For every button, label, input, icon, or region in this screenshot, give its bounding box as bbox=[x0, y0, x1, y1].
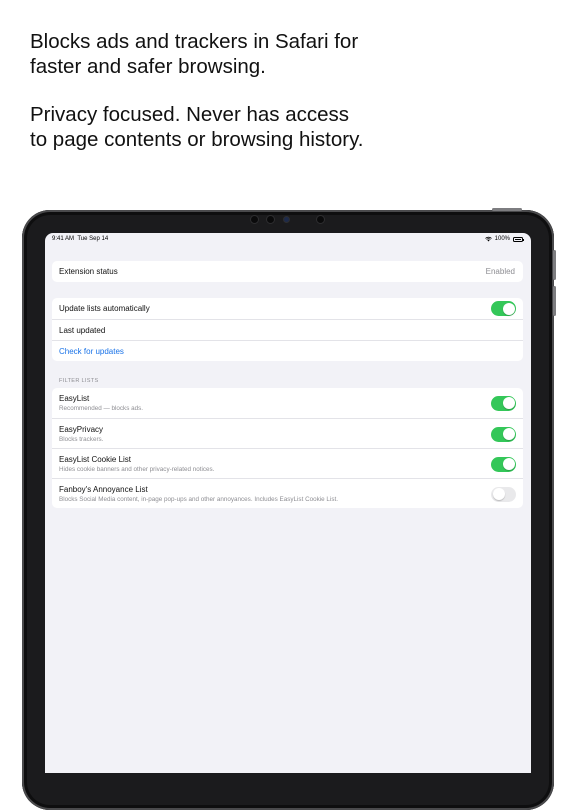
status-date: Tue Sep 14 bbox=[77, 236, 109, 242]
headline-line-1: Blocks ads and trackers in Safari for fa… bbox=[30, 30, 359, 78]
extension-status-card: Extension status Enabled bbox=[52, 261, 523, 282]
filter-title: EasyList bbox=[59, 394, 90, 403]
last-updated-row: Last updated bbox=[52, 319, 523, 340]
wifi-icon bbox=[484, 236, 492, 242]
filter-row-easylist: EasyList Recommended — blocks ads. bbox=[52, 388, 523, 418]
extension-status-value: Enabled bbox=[485, 267, 515, 276]
filter-title: EasyPrivacy bbox=[59, 425, 104, 434]
extension-status-label: Extension status bbox=[59, 267, 118, 276]
battery-icon bbox=[513, 236, 524, 242]
sensor-icon bbox=[251, 216, 258, 223]
status-time: 9:41 AM bbox=[52, 236, 75, 242]
easylist-toggle[interactable] bbox=[491, 395, 516, 411]
check-for-updates-label: Check for updates bbox=[59, 346, 124, 356]
filter-row-annoyance-list: Fanboy's Annoyance List Blocks Social Me… bbox=[52, 478, 523, 508]
sensor-icon bbox=[317, 216, 324, 223]
volume-down-button bbox=[553, 286, 556, 316]
filter-row-easyprivacy: EasyPrivacy Blocks trackers. bbox=[52, 418, 523, 448]
status-time-date: 9:41 AM Tue Sep 14 bbox=[52, 236, 108, 242]
check-for-updates-button[interactable]: Check for updates bbox=[52, 340, 523, 361]
camera-icon bbox=[284, 217, 289, 222]
easyprivacy-toggle[interactable] bbox=[491, 426, 516, 442]
last-updated-label: Last updated bbox=[59, 325, 106, 335]
filter-subtitle: Blocks Social Media content, in-page pop… bbox=[59, 496, 338, 503]
filter-lists-header: FILTER LISTS bbox=[59, 378, 99, 384]
auto-update-label: Update lists automatically bbox=[59, 304, 150, 313]
filter-subtitle: Recommended — blocks ads. bbox=[59, 405, 143, 412]
updates-card: Update lists automatically Last updated … bbox=[52, 298, 523, 361]
status-right: 100% bbox=[484, 236, 524, 242]
filter-title: EasyList Cookie List bbox=[59, 455, 132, 464]
app-screen: 9:41 AM Tue Sep 14 100% Extension status… bbox=[45, 233, 531, 773]
auto-update-row: Update lists automatically bbox=[52, 298, 523, 319]
filter-row-cookie-list: EasyList Cookie List Hides cookie banner… bbox=[52, 448, 523, 478]
filter-title: Fanboy's Annoyance List bbox=[59, 485, 148, 494]
filter-subtitle: Blocks trackers. bbox=[59, 436, 104, 443]
volume-up-button bbox=[553, 250, 556, 280]
auto-update-toggle[interactable] bbox=[491, 301, 516, 316]
battery-percent: 100% bbox=[494, 236, 510, 242]
filter-subtitle: Hides cookie banners and other privacy-r… bbox=[59, 466, 215, 473]
annoyance-list-toggle[interactable] bbox=[491, 486, 516, 502]
extension-status-row: Extension status Enabled bbox=[52, 261, 523, 282]
status-bar: 9:41 AM Tue Sep 14 100% bbox=[45, 233, 531, 247]
cookie-list-toggle[interactable] bbox=[491, 456, 516, 472]
marketing-headline: Blocks ads and trackers in Safari for fa… bbox=[30, 30, 370, 152]
headline-line-2: Privacy focused. Never has access to pag… bbox=[30, 103, 364, 151]
filter-lists-card: EasyList Recommended — blocks ads. EasyP… bbox=[52, 388, 523, 508]
top-button bbox=[492, 208, 522, 211]
sensor-icon bbox=[267, 216, 274, 223]
